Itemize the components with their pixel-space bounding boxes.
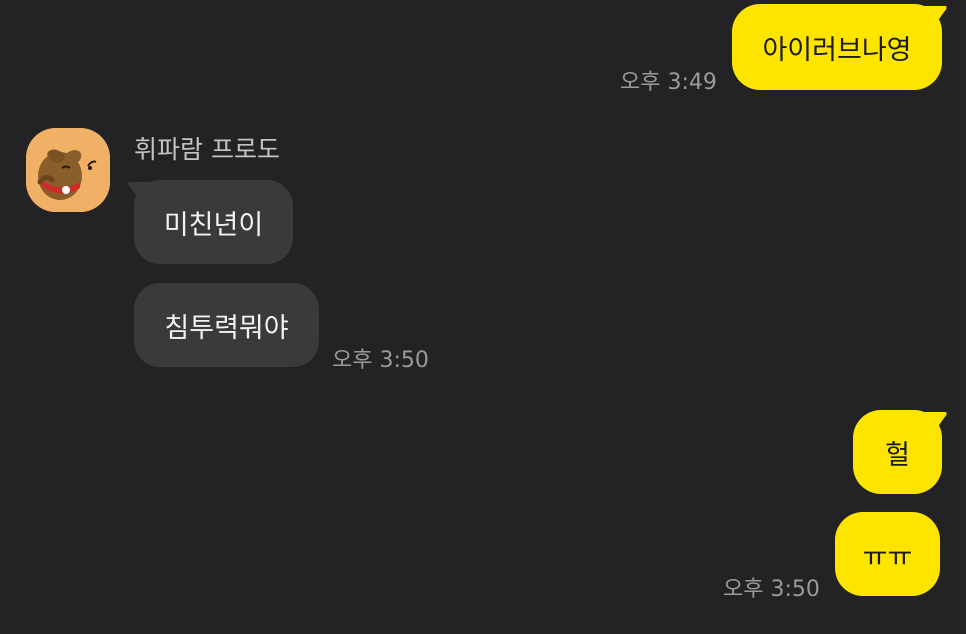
chat-room[interactable]: 아이러브나영 오후 3:49 휘파람 프로도 미친년이 침투력뭐야 오후 3:5… [0,0,966,634]
message-text: 헐 [885,439,910,471]
sender-name: 휘파람 프로도 [134,135,280,164]
frodo-dog-avatar-icon [26,128,110,212]
their-message-bubble[interactable]: 미친년이 [134,180,293,264]
message-text: 미친년이 [163,209,264,241]
message-text: ㅠㅠ [862,541,913,573]
bubble-tail [910,412,947,438]
their-message-bubble[interactable]: 침투력뭐야 [134,283,319,367]
message-text: 침투력뭐야 [164,312,289,344]
bubble-tail [910,6,947,32]
message-text: 아이러브나영 [762,34,912,66]
message-timestamp: 오후 3:49 [620,70,717,95]
my-message-bubble[interactable]: ㅠㅠ [835,512,940,596]
message-timestamp: 오후 3:50 [723,577,820,602]
profile-avatar[interactable] [26,128,110,212]
message-timestamp: 오후 3:50 [332,348,429,373]
